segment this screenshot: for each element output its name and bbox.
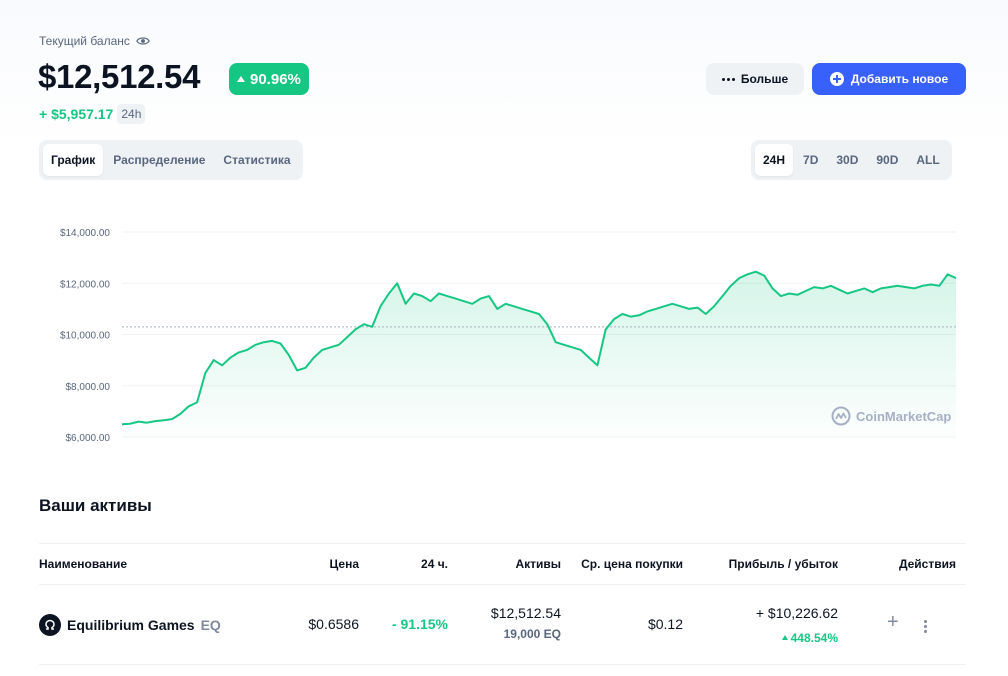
asset-holdings-amount: 19,000 EQ xyxy=(503,627,561,641)
chart-y-tick-label: $6,000.00 xyxy=(66,433,111,444)
period-30d[interactable]: 30D xyxy=(828,144,866,176)
period-7d[interactable]: 7D xyxy=(795,144,826,176)
col-price[interactable]: Цена xyxy=(329,557,359,571)
view-tabs: График Распределение Статистика xyxy=(39,140,303,180)
asset-avg-buy-price: $0.12 xyxy=(647,616,683,632)
asset-pnl-value: + $10,226.62 xyxy=(755,605,838,621)
plus-circle-icon xyxy=(829,72,844,86)
coinmarketcap-logo-icon xyxy=(831,406,851,426)
balance-amount: $12,512.54 xyxy=(38,58,201,95)
balance-change-pct: 90.96% xyxy=(250,70,301,88)
chart-y-tick-label: $14,000.00 xyxy=(60,228,110,239)
pnl-row: + $5,957.17 24h xyxy=(39,104,146,124)
table-header: Наименование Цена 24 ч. Активы Ср. цена … xyxy=(39,543,966,585)
balance-change-badge: 90.96% xyxy=(229,63,309,95)
chart-y-tick-label: $12,000.00 xyxy=(60,279,110,290)
col-actions: Действия xyxy=(898,557,956,571)
equilibrium-logo-icon xyxy=(39,614,61,636)
tab-chart[interactable]: График xyxy=(43,144,104,176)
add-transaction-icon[interactable]: + xyxy=(887,611,899,634)
col-holdings[interactable]: Активы xyxy=(515,557,561,571)
asset-holdings-value: $12,512.54 xyxy=(490,605,561,621)
col-avg-buy-price[interactable]: Ср. цена покупки xyxy=(581,557,683,571)
watermark-text: CoinMarketCap xyxy=(856,408,952,424)
asset-pnl-pct-wrap: 448.54% xyxy=(781,627,838,645)
more-button-label: Больше xyxy=(740,72,789,86)
add-new-button[interactable]: Добавить новое xyxy=(812,63,966,95)
asset-change-24h: - 91.15% xyxy=(391,616,448,632)
holdings-table: Наименование Цена 24 ч. Активы Ср. цена … xyxy=(39,543,966,665)
chart-y-tick-label: $8,000.00 xyxy=(66,382,111,393)
balance-label: Текущий баланс xyxy=(39,34,130,48)
period-tabs: 24H 7D 30D 90D ALL xyxy=(751,140,952,180)
col-24h[interactable]: 24 ч. xyxy=(421,557,448,571)
tab-allocation[interactable]: Распределение xyxy=(105,144,213,176)
pnl-period-badge: 24h xyxy=(117,104,146,124)
coinmarketcap-watermark: CoinMarketCap xyxy=(831,406,951,426)
eye-icon[interactable] xyxy=(136,34,150,48)
tab-statistics[interactable]: Статистика xyxy=(215,144,298,176)
add-new-button-label: Добавить новое xyxy=(850,72,949,86)
col-pnl[interactable]: Прибыль / убыток xyxy=(729,557,838,571)
balance-label-row: Текущий баланс xyxy=(39,34,150,48)
table-row[interactable]: Equilibrium Games EQ $0.6586 - 91.15% $1… xyxy=(39,585,966,665)
portfolio-chart[interactable]: $14,000.00 $12,000.00 $10,000.00 $8,000.00 $… xyxy=(38,214,968,454)
asset-cell[interactable]: Equilibrium Games EQ xyxy=(39,614,221,636)
triangle-up-icon xyxy=(237,76,245,82)
triangle-up-icon xyxy=(781,635,788,640)
period-90d[interactable]: 90D xyxy=(868,144,906,176)
more-actions-icon[interactable] xyxy=(924,620,927,633)
holdings-title: Ваши активы xyxy=(39,496,152,515)
col-name[interactable]: Наименование xyxy=(39,557,127,571)
asset-pnl-pct: 448.54% xyxy=(790,630,838,645)
period-24h[interactable]: 24H xyxy=(755,144,794,176)
asset-symbol: EQ xyxy=(200,617,221,633)
period-all[interactable]: ALL xyxy=(908,144,947,176)
chart-y-tick-label: $10,000.00 xyxy=(60,331,110,342)
more-dots-icon xyxy=(721,77,735,81)
pnl-value: + $5,957.17 xyxy=(39,106,114,122)
chart-y-axis: $14,000.00 $12,000.00 $10,000.00 $8,000.00 $… xyxy=(60,228,110,444)
asset-name: Equilibrium Games xyxy=(67,617,195,633)
asset-price: $0.6586 xyxy=(308,616,359,632)
more-button[interactable]: Больше xyxy=(706,63,804,95)
